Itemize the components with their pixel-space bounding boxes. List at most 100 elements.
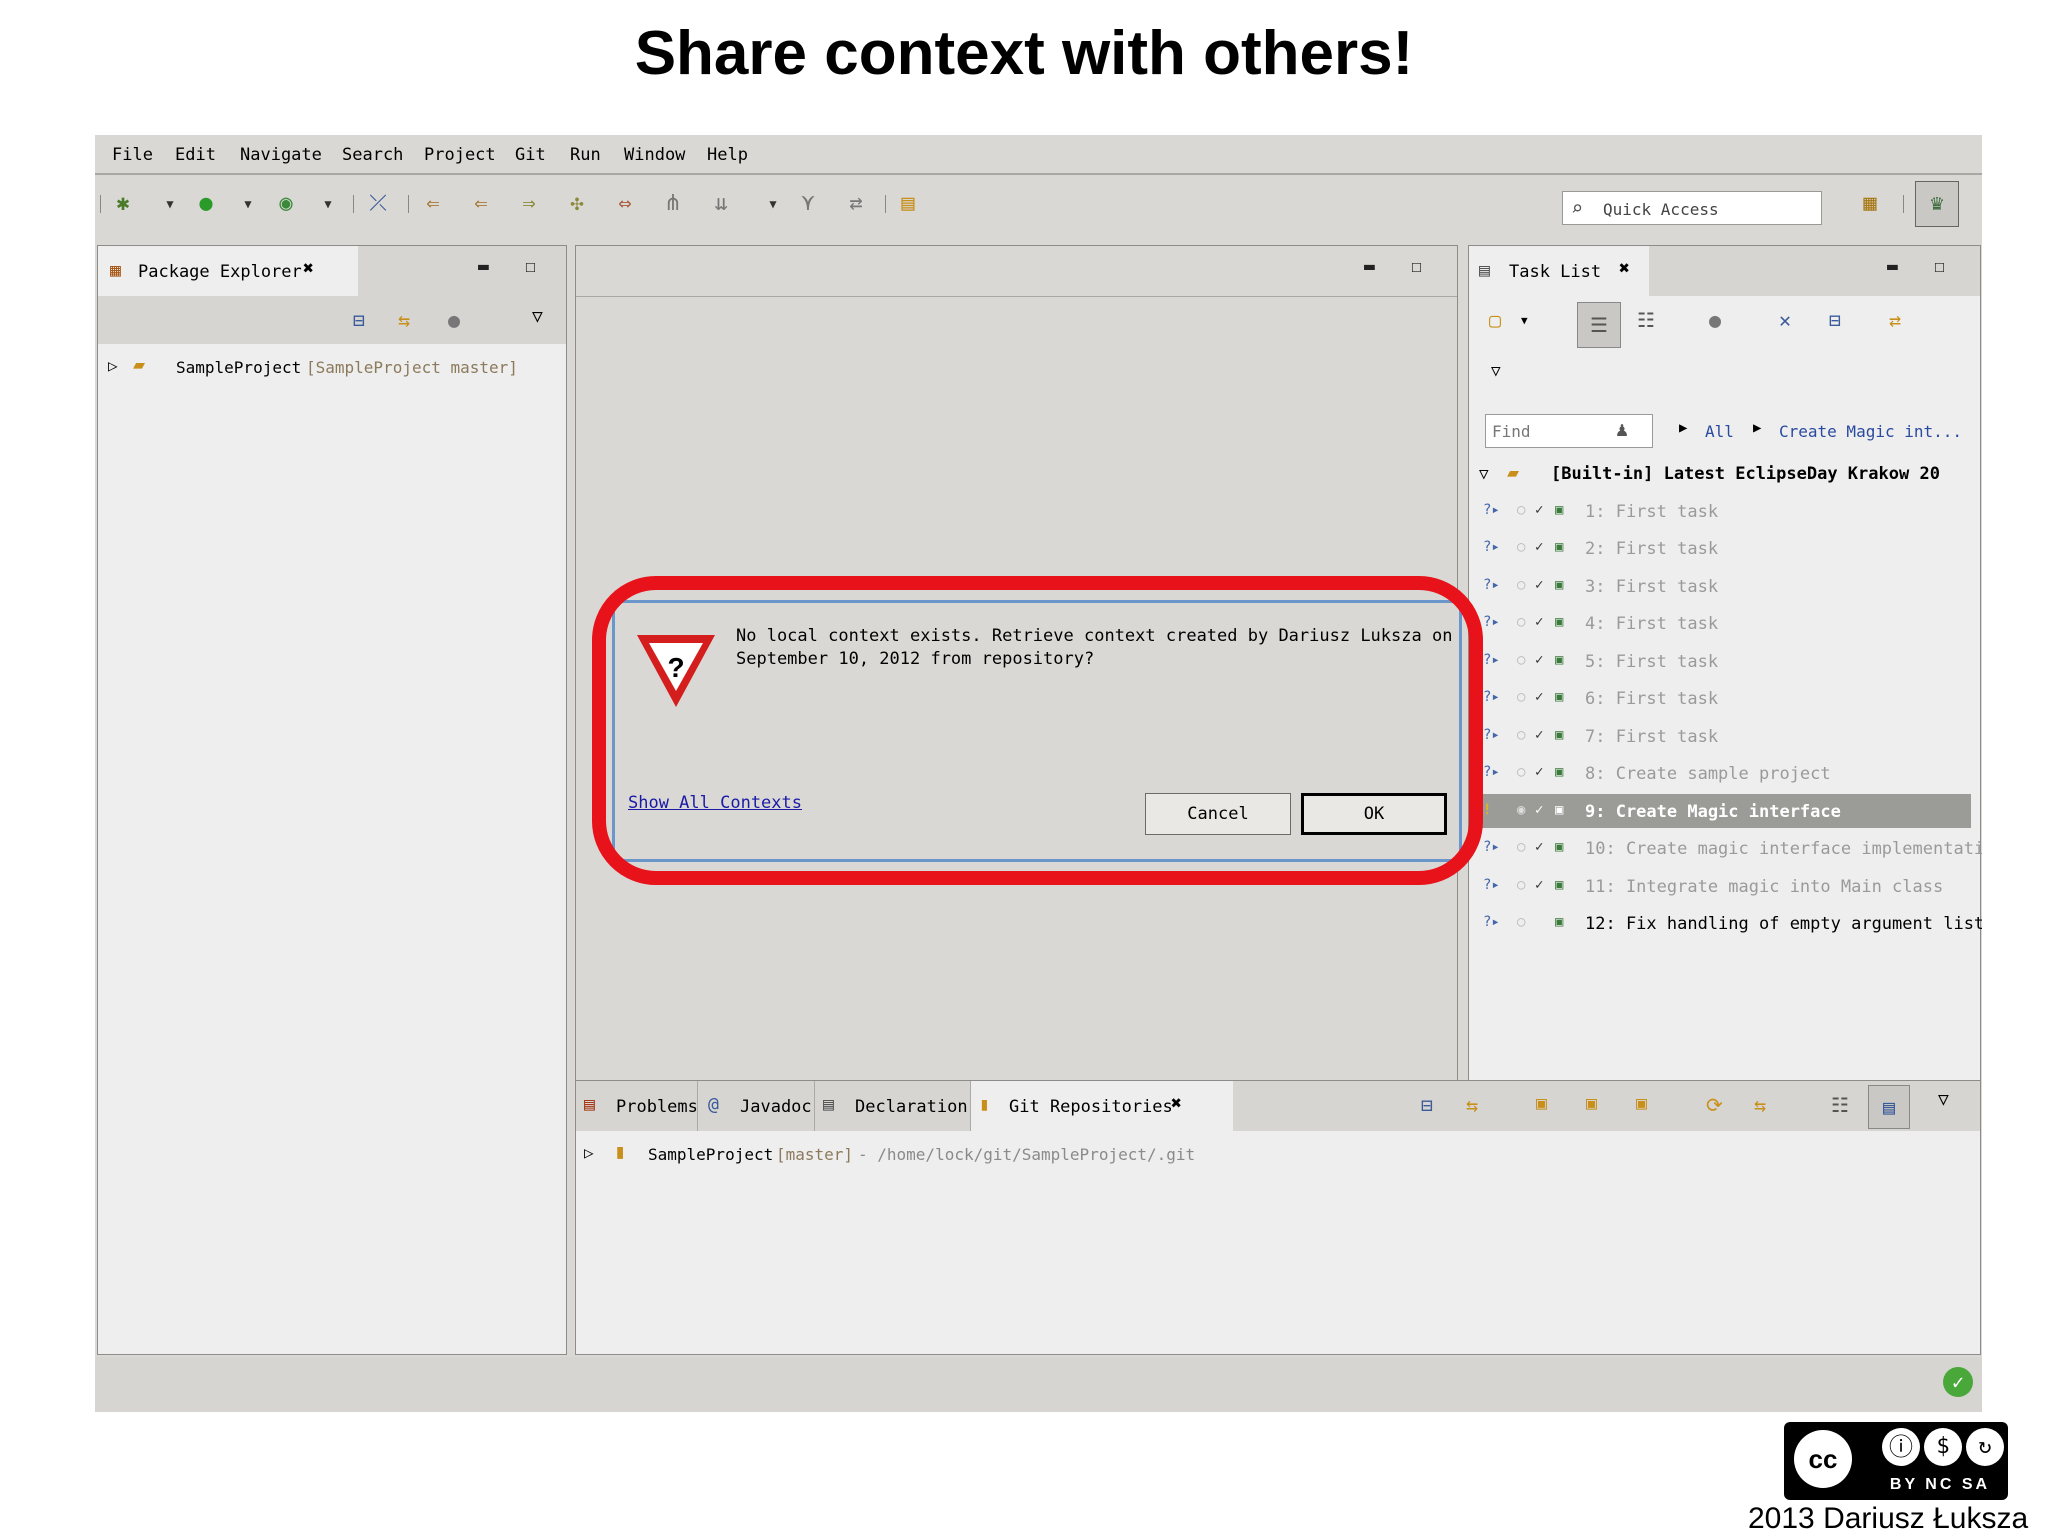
- tab-javadoc[interactable]: @ Javadoc: [698, 1081, 815, 1131]
- collapse-all-icon[interactable]: ⊟: [353, 308, 365, 332]
- git-reset-icon[interactable]: ⋎: [795, 191, 821, 217]
- git-stash-icon[interactable]: ⇔: [612, 191, 638, 217]
- menu-file[interactable]: File: [112, 145, 153, 165]
- declaration-tab-label: Declaration: [855, 1097, 968, 1117]
- menu-project[interactable]: Project: [424, 145, 496, 165]
- maximize-icon[interactable]: ☐: [525, 256, 536, 277]
- maximize-icon[interactable]: ☐: [1934, 256, 1945, 277]
- task-row[interactable]: ?▸ ○ ✓ ▣ 6: First task: [1477, 681, 1971, 715]
- show-details-icon[interactable]: ▤: [1868, 1085, 1910, 1129]
- editor-maximize-icon[interactable]: ☐: [1411, 256, 1422, 277]
- collapse-all-icon[interactable]: ⊟: [1829, 308, 1841, 332]
- minimize-icon[interactable]: ▬: [1887, 256, 1898, 277]
- open-task-icon[interactable]: ▤: [895, 191, 921, 217]
- category-label[interactable]: [Built-in] Latest EclipseDay Krakow 20: [1551, 464, 1940, 484]
- categorized-icon[interactable]: ☰: [1577, 302, 1621, 348]
- view-menu-icon[interactable]: ▽: [1938, 1089, 1949, 1110]
- category-expand-icon[interactable]: ▽: [1479, 464, 1489, 483]
- view-menu-icon[interactable]: ▽: [1491, 361, 1501, 380]
- git-sync-icon[interactable]: ⇄: [843, 191, 869, 217]
- menu-navigate[interactable]: Navigate: [240, 145, 322, 165]
- add-repo-icon[interactable]: ▣: [1536, 1093, 1547, 1114]
- editor-minimize-icon[interactable]: ▬: [1364, 256, 1375, 277]
- tab-git-repositories[interactable]: ▮ Git Repositories ✖: [971, 1081, 1233, 1131]
- tab-problems[interactable]: ▤ Problems: [576, 1081, 698, 1131]
- close-icon[interactable]: ✖: [1619, 258, 1630, 279]
- tab-declaration[interactable]: ▤ Declaration: [815, 1081, 971, 1131]
- scheduled-icon[interactable]: ☷: [1637, 308, 1655, 332]
- new-task-dropdown-icon[interactable]: ▼: [1521, 314, 1528, 327]
- filter-all-link[interactable]: All: [1705, 422, 1734, 441]
- project-folder-icon: ▰: [133, 352, 146, 376]
- clone-repo-icon[interactable]: ▣: [1586, 1093, 1597, 1114]
- new-task-icon[interactable]: ▢: [1489, 308, 1501, 332]
- link-with-editor-icon[interactable]: ⇆: [398, 308, 410, 332]
- refresh-icon[interactable]: ⟳: [1706, 1093, 1723, 1117]
- link-with-selection-icon[interactable]: ⇆: [1466, 1093, 1478, 1117]
- clear-find-icon[interactable]: ♟: [1616, 417, 1628, 441]
- find-placeholder: Find: [1492, 422, 1531, 441]
- minimize-icon[interactable]: ▬: [478, 256, 489, 277]
- tab-package-explorer[interactable]: ▦ Package Explorer ✖: [98, 246, 358, 296]
- all-arrow-icon: ▶: [1679, 420, 1688, 436]
- active-task-link[interactable]: Create Magic int...: [1779, 422, 1962, 441]
- tab-task-list[interactable]: ▤ Task List ✖: [1469, 246, 1649, 296]
- debug-dropdown-icon[interactable]: ▼: [157, 191, 183, 217]
- find-field[interactable]: Find ♟: [1485, 414, 1653, 448]
- task-row[interactable]: ?▸ ○ ✓ ▣ 5: First task: [1477, 644, 1971, 678]
- menu-window[interactable]: Window: [624, 145, 685, 165]
- debug-icon[interactable]: ✱: [110, 191, 136, 217]
- task-row[interactable]: ?▸ ○ ▣ 12: Fix handling of empty argument l…: [1477, 906, 1982, 940]
- slide-footer: 2013 Dariusz Łuksza: [1748, 1502, 2029, 1535]
- git-dropdown-icon[interactable]: ▼: [760, 191, 786, 217]
- create-repo-icon[interactable]: ▣: [1636, 1093, 1647, 1114]
- main-toolbar: ✱ ▼ ● ▼ ◉ ▼ ⤫ ⇐ ⇐ ⇒ ✣ ⇔ ⋔ ⇊ ▼ ⋎ ⇄ ▤ ⌕ Qu…: [95, 175, 1982, 231]
- menu-run[interactable]: Run: [570, 145, 601, 165]
- task-row[interactable]: ?▸ ○ ✓ ▣ 10: Create magic interface implemen…: [1477, 831, 1982, 865]
- focus-icon[interactable]: ●: [1709, 308, 1721, 332]
- task-row[interactable]: ?▸ ○ ✓ ▣ 11: Integrate magic into Main class: [1477, 869, 1971, 903]
- task-row[interactable]: ?▸ ○ ✓ ▣ 1: First task: [1477, 494, 1971, 528]
- link-icon[interactable]: ⇆: [1754, 1093, 1766, 1117]
- focus-icon[interactable]: ●: [448, 308, 460, 332]
- git-merge-icon[interactable]: ⋔: [660, 191, 686, 217]
- task-label: 7: First task: [1585, 727, 1719, 747]
- close-icon[interactable]: ✖: [303, 258, 314, 279]
- package-explorer-header: ▦ Package Explorer ✖ ▬ ☐: [98, 246, 566, 296]
- task-row[interactable]: ?▸ ○ ✓ ▣ 2: First task: [1477, 531, 1971, 565]
- task-row[interactable]: ?▸ ○ ✓ ▣ 4: First task: [1477, 606, 1971, 640]
- run-icon[interactable]: ●: [193, 191, 219, 217]
- coverage-dropdown-icon[interactable]: ▼: [315, 191, 341, 217]
- close-icon[interactable]: ✖: [1171, 1093, 1182, 1114]
- git-pull-icon[interactable]: ⇐: [468, 191, 494, 217]
- java-perspective-icon[interactable]: ♛: [1915, 181, 1959, 227]
- menu-search[interactable]: Search: [342, 145, 403, 165]
- git-push-icon[interactable]: ⇒: [516, 191, 542, 217]
- task-row[interactable]: ?▸ ○ ✓ ▣ 8: Create sample project: [1477, 756, 1971, 790]
- repo-name[interactable]: SampleProject: [648, 1145, 773, 1164]
- coverage-icon[interactable]: ◉: [273, 191, 299, 217]
- git-commit-icon[interactable]: ✣: [564, 191, 590, 217]
- git-rebase-icon[interactable]: ⇊: [708, 191, 734, 217]
- expand-arrow-icon[interactable]: ▷: [584, 1143, 594, 1162]
- git-fetch-icon[interactable]: ⇐: [420, 191, 446, 217]
- view-menu-icon[interactable]: ▽: [532, 306, 543, 327]
- quick-access-field[interactable]: ⌕ Quick Access: [1562, 191, 1822, 225]
- collapse-all-icon[interactable]: ⊟: [1421, 1093, 1433, 1117]
- synchronize-icon[interactable]: ⇄: [1889, 308, 1901, 332]
- open-perspective-icon[interactable]: ▦: [1857, 191, 1883, 217]
- skip-breakpoints-icon[interactable]: ⤫: [365, 191, 391, 217]
- menu-help[interactable]: Help: [707, 145, 748, 165]
- repository-icon: ▮: [614, 1139, 627, 1163]
- declaration-icon: ▤: [823, 1094, 834, 1115]
- project-name[interactable]: SampleProject: [176, 358, 301, 377]
- task-row[interactable]: ?▸ ○ ✓ ▣ 3: First task: [1477, 569, 1971, 603]
- hide-completed-icon[interactable]: ✕: [1779, 308, 1791, 332]
- menu-edit[interactable]: Edit: [175, 145, 216, 165]
- task-row-selected[interactable]: ! ◉ ✓ ▣ 9: Create Magic interface: [1477, 794, 1971, 828]
- menu-git[interactable]: Git: [515, 145, 546, 165]
- layout-icon[interactable]: ☷: [1831, 1093, 1849, 1117]
- run-dropdown-icon[interactable]: ▼: [235, 191, 261, 217]
- expand-arrow-icon[interactable]: ▷: [108, 356, 118, 375]
- task-row[interactable]: ?▸ ○ ✓ ▣ 7: First task: [1477, 719, 1971, 753]
